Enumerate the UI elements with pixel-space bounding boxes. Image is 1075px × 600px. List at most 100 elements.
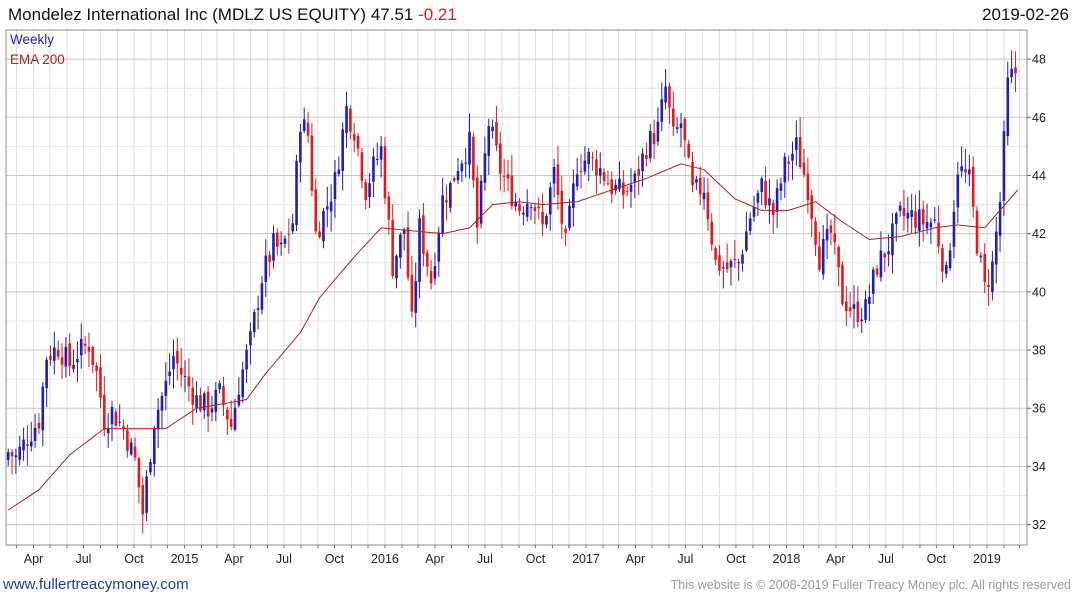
candle <box>795 120 798 166</box>
candle <box>564 225 567 247</box>
candle <box>456 157 460 184</box>
candle <box>475 165 479 244</box>
candle <box>337 156 341 177</box>
candle <box>237 377 241 408</box>
candle <box>614 179 617 195</box>
y-tick-label: 32 <box>1032 518 1046 532</box>
candle <box>429 259 433 290</box>
candle <box>176 337 179 381</box>
candle <box>606 170 610 186</box>
candle <box>191 377 195 425</box>
candle <box>906 196 910 233</box>
candle <box>691 151 694 193</box>
candle <box>775 179 779 229</box>
candle <box>152 426 156 477</box>
candle <box>360 147 364 189</box>
candle <box>95 362 98 392</box>
candle <box>168 353 171 386</box>
candle <box>898 201 902 217</box>
legend-ema: EMA 200 <box>10 52 65 67</box>
candle <box>264 239 268 297</box>
candle <box>998 191 1002 252</box>
candle <box>87 332 91 368</box>
candle <box>222 376 225 416</box>
candle <box>629 168 633 208</box>
candle <box>841 261 844 307</box>
candle <box>172 339 175 389</box>
candle <box>202 391 206 419</box>
y-tick-label: 48 <box>1032 53 1046 67</box>
candle <box>241 361 245 403</box>
candle <box>760 176 764 206</box>
candle <box>402 227 406 251</box>
candle <box>279 231 283 256</box>
candle <box>187 358 191 402</box>
candle <box>314 178 318 235</box>
candle <box>245 343 248 383</box>
copyright-notice: This website is © 2008-2019 Fuller Treac… <box>670 578 1071 592</box>
candle <box>68 333 72 376</box>
candle <box>391 204 394 279</box>
candle <box>372 148 375 198</box>
candle <box>103 376 106 437</box>
candle <box>322 208 325 249</box>
candle <box>748 212 752 236</box>
candle <box>291 213 294 235</box>
candle <box>352 123 356 153</box>
candle <box>272 225 275 269</box>
y-tick-label: 42 <box>1032 227 1046 241</box>
x-tick-label: Jul <box>477 552 493 566</box>
candle <box>414 262 418 328</box>
candle <box>418 209 421 299</box>
candle <box>687 139 690 159</box>
candle <box>226 406 229 435</box>
candle <box>825 213 829 260</box>
candle <box>268 250 271 277</box>
candle <box>637 155 641 196</box>
candle <box>718 245 721 276</box>
y-tick-label: 38 <box>1032 344 1046 358</box>
candle <box>971 156 975 218</box>
candle <box>60 343 64 379</box>
candle <box>710 213 714 251</box>
candle <box>579 154 583 189</box>
candle <box>910 194 913 233</box>
candle <box>956 161 960 224</box>
candle <box>929 217 933 245</box>
x-tick-label: Apr <box>224 552 243 566</box>
candle <box>356 132 360 157</box>
candle <box>110 401 114 442</box>
candle <box>145 469 148 522</box>
candle <box>395 254 398 289</box>
candle <box>325 186 329 228</box>
candle <box>625 186 629 196</box>
candle <box>810 189 814 238</box>
candle <box>960 146 963 178</box>
candle <box>768 178 771 224</box>
candle <box>575 157 579 191</box>
candle <box>944 261 948 279</box>
candle <box>118 404 121 427</box>
candle <box>868 284 871 321</box>
candle <box>656 107 660 146</box>
candle <box>53 331 56 375</box>
candle <box>425 249 429 277</box>
candle <box>249 322 252 365</box>
candle <box>76 341 79 383</box>
candle <box>491 119 494 139</box>
site-link[interactable]: www.fullertreacymoney.com <box>3 576 189 593</box>
candle <box>721 260 725 289</box>
x-tick-label: Jul <box>677 552 693 566</box>
candle <box>379 136 383 178</box>
candle <box>887 234 890 267</box>
candle <box>1014 51 1017 93</box>
candle <box>787 155 790 182</box>
candle <box>791 141 794 180</box>
candle <box>295 154 298 231</box>
candle <box>10 449 14 475</box>
candle <box>160 392 164 430</box>
candle <box>679 113 683 148</box>
candle <box>310 123 314 197</box>
candle <box>410 255 414 318</box>
candle <box>529 203 533 220</box>
